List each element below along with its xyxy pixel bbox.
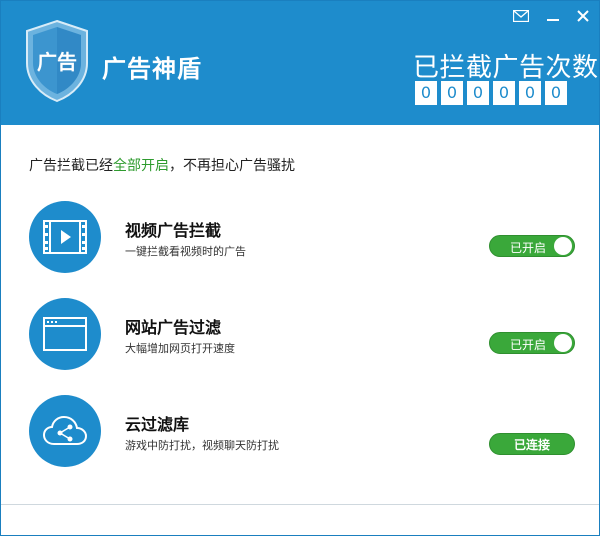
feature-description: 一键拦截看视频时的广告 [125,245,246,258]
toggle-knob [554,237,572,255]
status-prefix: 广告拦截已经 [29,158,113,174]
close-icon[interactable] [571,5,595,27]
feature-title: 视频广告拦截 [125,221,222,240]
feature-description: 大幅增加网页打开速度 [125,342,235,355]
footer-divider [1,504,599,505]
counter-digit: 0 [415,81,437,105]
toggle-knob [554,334,572,352]
website-ad-filter-toggle[interactable]: 已开启 [489,332,575,354]
counter-digit: 0 [493,81,515,105]
toggle-label: 已开启 [510,338,547,352]
toggle-label: 已开启 [510,241,547,255]
shield-icon: 广告 [25,19,89,103]
mail-icon[interactable] [509,5,533,27]
status-suffix: ，不再担心广告骚扰 [169,158,295,174]
counter-digit: 0 [545,81,567,105]
status-highlight: 全部开启 [113,158,169,174]
browser-window-icon [29,298,101,370]
logo-text: 广告 [37,50,77,74]
feature-title: 网站广告过滤 [125,318,222,337]
feature-video-ad-block: 视频广告拦截 一键拦截看视频时的广告 已开启 [1,201,599,281]
counter-digit: 0 [519,81,541,105]
counter-digits: 0 0 0 0 0 0 [415,81,567,105]
video-ad-block-toggle[interactable]: 已开启 [489,235,575,257]
counter-digit: 0 [441,81,463,105]
counter-title: 已拦截广告次数 [413,53,599,83]
feature-cloud-filter-library: 云过滤库 游戏中防打扰，视频聊天防打扰 已连接 [1,395,599,475]
feature-description: 游戏中防打扰，视频聊天防打扰 [125,439,279,452]
video-icon [29,201,101,273]
header-bar: 广告 广告神盾 已拦截广告次数 0 0 0 0 0 0 [1,1,599,125]
cloud-share-icon [29,395,101,467]
status-message: 广告拦截已经全部开启，不再担心广告骚扰 [29,155,295,175]
cloud-connected-button[interactable]: 已连接 [489,433,575,455]
counter-digit: 0 [467,81,489,105]
app-title: 广告神盾 [102,55,202,83]
minimize-icon[interactable] [541,5,565,27]
app-window: 广告 广告神盾 已拦截广告次数 0 0 0 0 0 0 广告拦截已经全部开启，不… [0,0,600,536]
feature-website-ad-filter: 网站广告过滤 大幅增加网页打开速度 已开启 [1,298,599,378]
connected-label: 已连接 [513,438,550,452]
feature-title: 云过滤库 [125,415,190,434]
